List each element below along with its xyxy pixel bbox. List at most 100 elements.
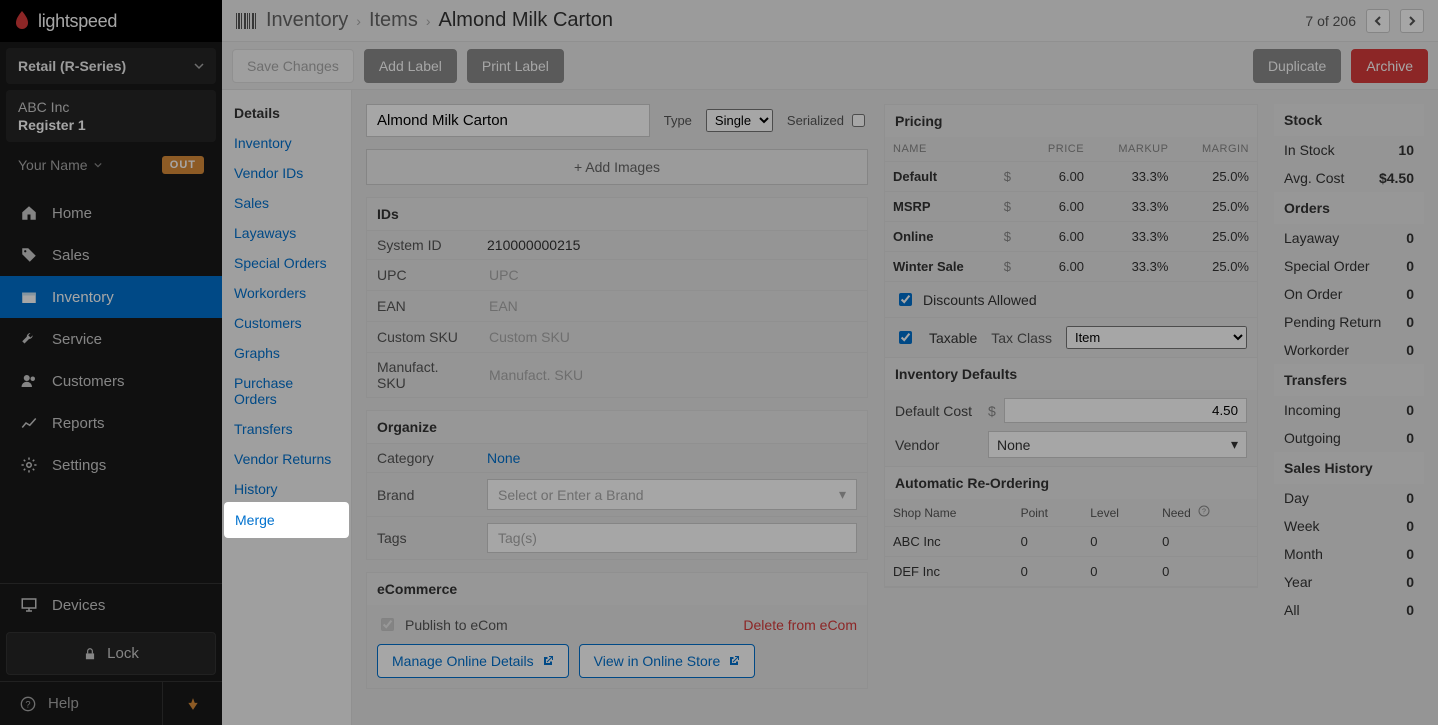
- user-row[interactable]: Your Name OUT: [6, 148, 216, 182]
- crumb-current: Almond Milk Carton: [439, 9, 614, 32]
- store-selector[interactable]: Retail (R-Series): [6, 48, 216, 84]
- pricing-row: Online$6.0033.3%25.0%: [885, 222, 1257, 252]
- out-badge[interactable]: OUT: [162, 156, 204, 174]
- delete-from-ecom-link[interactable]: Delete from eCom: [743, 617, 857, 633]
- subnav-history[interactable]: History: [222, 474, 351, 504]
- upc-label: UPC: [367, 260, 477, 291]
- ean-input[interactable]: [487, 297, 857, 315]
- upc-input[interactable]: [487, 266, 857, 284]
- reorder-header: Automatic Re-Ordering: [885, 466, 1257, 499]
- subnav-purchase-orders[interactable]: Purchase Orders: [222, 368, 351, 414]
- day-label: Day: [1284, 490, 1309, 506]
- serialized-toggle[interactable]: Serialized: [787, 111, 868, 130]
- price-value[interactable]: 6.00: [1025, 162, 1092, 192]
- margin-value: 25.0%: [1176, 222, 1257, 252]
- subnav-inventory[interactable]: Inventory: [222, 128, 351, 158]
- subnav-layaways[interactable]: Layaways: [222, 218, 351, 248]
- crumb-inventory[interactable]: Inventory: [266, 9, 348, 32]
- col-point: Point: [1013, 499, 1083, 527]
- company-box[interactable]: ABC Inc Register 1: [6, 90, 216, 142]
- nav-customers[interactable]: Customers: [0, 360, 222, 402]
- nav-devices[interactable]: Devices: [0, 584, 222, 626]
- taxable-checkbox[interactable]: [899, 331, 912, 344]
- manufact-sku-label: Manufact. SKU: [367, 353, 477, 398]
- add-images-button[interactable]: + Add Images: [366, 149, 868, 185]
- help-icon[interactable]: ?: [1198, 506, 1210, 520]
- tax-class-select[interactable]: Item: [1066, 326, 1247, 349]
- subnav-vendor-ids[interactable]: Vendor IDs: [222, 158, 351, 188]
- vendor-select[interactable]: None ▾: [988, 431, 1247, 458]
- nav-inventory-label: Inventory: [52, 289, 114, 306]
- lock-button[interactable]: Lock: [6, 632, 216, 675]
- reorder-row: DEF Inc000: [885, 557, 1257, 587]
- nav-reports[interactable]: Reports: [0, 402, 222, 444]
- help-button[interactable]: ? Help: [0, 682, 162, 725]
- markup-value: 33.3%: [1092, 252, 1176, 282]
- category-value[interactable]: None: [487, 450, 520, 466]
- next-record-button[interactable]: [1400, 9, 1424, 33]
- subnav-transfers[interactable]: Transfers: [222, 414, 351, 444]
- price-value[interactable]: 6.00: [1025, 252, 1092, 282]
- outgoing-label: Outgoing: [1284, 430, 1341, 446]
- publish-checkbox[interactable]: [381, 618, 394, 631]
- nav-sales[interactable]: Sales: [0, 234, 222, 276]
- save-button[interactable]: Save Changes: [232, 49, 354, 83]
- subnav-vendor-returns[interactable]: Vendor Returns: [222, 444, 351, 474]
- pending-return-label: Pending Return: [1284, 314, 1381, 330]
- brand-select[interactable]: Select or Enter a Brand ▾: [487, 479, 857, 510]
- nav-settings[interactable]: Settings: [0, 444, 222, 486]
- chevron-right-icon: ›: [426, 13, 431, 29]
- discounts-row[interactable]: Discounts Allowed: [885, 282, 1257, 317]
- breadcrumb: Inventory › Items › Almond Milk Carton: [266, 9, 613, 32]
- tags-input[interactable]: Tag(s): [487, 523, 857, 553]
- duplicate-button[interactable]: Duplicate: [1253, 49, 1341, 83]
- subnav-details[interactable]: Details: [222, 98, 351, 128]
- type-select[interactable]: Single: [706, 109, 773, 132]
- special-order-value: 0: [1406, 258, 1414, 274]
- nav-home[interactable]: Home: [0, 192, 222, 234]
- add-label-button[interactable]: Add Label: [364, 49, 457, 83]
- level-value[interactable]: 0: [1082, 557, 1154, 587]
- archive-button[interactable]: Archive: [1351, 49, 1428, 83]
- incoming-label: Incoming: [1284, 402, 1341, 418]
- print-label-button[interactable]: Print Label: [467, 49, 564, 83]
- default-cost-input[interactable]: [1004, 398, 1247, 423]
- crumb-items[interactable]: Items: [369, 9, 418, 32]
- subnav-workorders[interactable]: Workorders: [222, 278, 351, 308]
- subnav-merge[interactable]: Merge: [226, 504, 347, 536]
- prev-record-button[interactable]: [1366, 9, 1390, 33]
- brand-name: lightspeed: [38, 11, 117, 32]
- custom-sku-input[interactable]: [487, 328, 857, 346]
- nav-service[interactable]: Service: [0, 318, 222, 360]
- flame-icon: [12, 11, 32, 31]
- workorder-label: Workorder: [1284, 342, 1349, 358]
- level-value[interactable]: 0: [1082, 527, 1154, 557]
- publish-toggle[interactable]: Publish to eCom: [377, 615, 508, 634]
- layaway-label: Layaway: [1284, 230, 1339, 246]
- price-value[interactable]: 6.00: [1025, 192, 1092, 222]
- col-markup: MARKUP: [1092, 137, 1176, 162]
- serialized-label: Serialized: [787, 113, 844, 128]
- price-value[interactable]: 6.00: [1025, 222, 1092, 252]
- subnav-special-orders[interactable]: Special Orders: [222, 248, 351, 278]
- view-in-online-store-button[interactable]: View in Online Store: [579, 644, 756, 678]
- subnav-graphs[interactable]: Graphs: [222, 338, 351, 368]
- pin-button[interactable]: [162, 682, 222, 725]
- subnav-customers[interactable]: Customers: [222, 308, 351, 338]
- col-price: PRICE: [1025, 137, 1092, 162]
- item-title-input[interactable]: [366, 104, 650, 137]
- nav-inventory[interactable]: Inventory: [0, 276, 222, 318]
- price-name: Online: [885, 222, 996, 252]
- chevron-right-icon: ›: [356, 13, 361, 29]
- point-value[interactable]: 0: [1013, 527, 1083, 557]
- svg-text:?: ?: [25, 699, 30, 709]
- markup-value: 33.3%: [1092, 192, 1176, 222]
- manage-online-details-button[interactable]: Manage Online Details: [377, 644, 569, 678]
- subnav-sales[interactable]: Sales: [222, 188, 351, 218]
- manufact-sku-input[interactable]: [487, 366, 857, 384]
- point-value[interactable]: 0: [1013, 557, 1083, 587]
- reorder-row: ABC Inc000: [885, 527, 1257, 557]
- discounts-checkbox[interactable]: [899, 293, 912, 306]
- serialized-checkbox[interactable]: [852, 114, 865, 127]
- brand-placeholder: Select or Enter a Brand: [498, 487, 644, 503]
